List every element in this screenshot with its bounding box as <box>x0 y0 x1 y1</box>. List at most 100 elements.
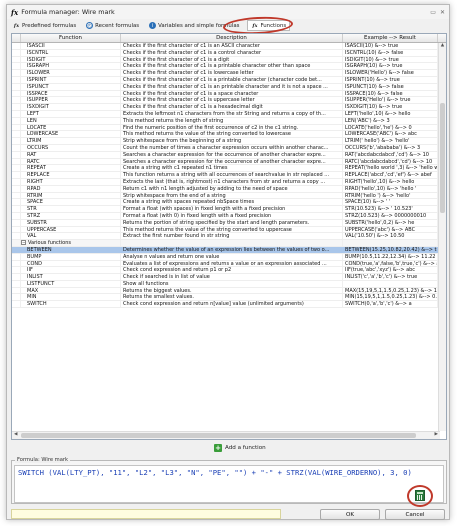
ok-button[interactable]: OK <box>320 509 380 520</box>
tab-variables[interactable]: i Variables and simple formulas <box>147 21 241 30</box>
grid-header: Function Description Example --> Result <box>12 34 446 43</box>
table-row[interactable]: LEN This method returns the length of str… <box>12 117 446 125</box>
table-row[interactable]: ISGRAPH Checks if the first character of … <box>12 63 446 71</box>
description-cell: This method returns the value of the str… <box>121 131 343 138</box>
description-cell: Checks if the first character of c1 is a… <box>121 63 343 70</box>
vertical-scrollbar[interactable]: ▲ <box>438 43 446 431</box>
cancel-button[interactable]: Cancel <box>385 509 445 520</box>
row-marker <box>12 83 21 90</box>
row-marker <box>12 226 21 233</box>
function-cell: OCCURS <box>21 144 121 151</box>
table-row[interactable]: LISTFUNCT Show all functions <box>12 280 446 288</box>
table-row[interactable]: RATC Searches a character expression for … <box>12 158 446 166</box>
table-row[interactable]: BUMP Analyse n values and return one valu… <box>12 253 446 261</box>
table-row[interactable]: MIN Returns the smallest values. MIN(15,19… <box>12 294 446 302</box>
description-cell: Check if searched is in list of value <box>121 274 343 280</box>
table-row[interactable]: MAX Returns the biggest values. MAX(15,19,… <box>12 287 446 295</box>
table-row[interactable]: STRZ Format a float (with 0) in fixed len… <box>12 212 446 220</box>
table-row[interactable]: ISXDIGIT Checks if the first character of… <box>12 104 446 111</box>
table-row[interactable]: ISCNTRL Checks if the first character of … <box>12 49 446 57</box>
table-row[interactable]: LOWERCASE This method returns the value o… <box>12 131 446 139</box>
function-cell: LOWERCASE <box>21 131 121 138</box>
row-marker <box>12 124 21 131</box>
formula-manager-window: fx Formula manager: Wire mark ▭ ✕ fx Pre… <box>6 4 450 520</box>
table-row[interactable]: OCCURS Count the number of times a charac… <box>12 144 446 152</box>
formula-editor[interactable]: SWITCH (VAL(LTY_PT), "11", "L2", "L3", "… <box>14 465 444 503</box>
scroll-left-icon[interactable]: ◀ <box>14 432 17 437</box>
tab-predefined-formulas[interactable]: fx Predefined formulas <box>11 21 78 30</box>
description-cell: Checks if the first character of c1 is a… <box>121 90 343 97</box>
fx-icon: fx <box>13 22 20 29</box>
function-cell: LOCATE <box>21 124 121 131</box>
table-row[interactable]: REPLACE This function returns a string wi… <box>12 172 446 179</box>
table-row[interactable]: REPEAT Create a string with c1 repeated n… <box>12 165 446 173</box>
table-row[interactable]: COND Evaluates a list of expressions and … <box>12 260 446 268</box>
table-row[interactable]: LOCATE Find the numeric position of the f… <box>12 124 446 132</box>
scroll-right-icon[interactable]: ▶ <box>435 432 438 437</box>
description-cell: Create a string with spaces repeated nbS… <box>121 199 343 206</box>
group-row[interactable]: − Various functions <box>12 240 446 247</box>
table-row[interactable]: LTRIM Strip whitespace from the beginning… <box>12 138 446 145</box>
table-row[interactable]: ISDIGIT Checks if the first character of … <box>12 56 446 64</box>
function-cell: LTRIM <box>21 138 121 144</box>
example-cell: MIN(15,19,5,1,1.5,0.25,1.23) &--> 0.25 <box>345 294 438 301</box>
scroll-thumb[interactable] <box>21 433 416 438</box>
calculator-button[interactable] <box>407 485 433 507</box>
table-row[interactable]: ISLOWER Checks if the first character of … <box>12 70 446 77</box>
column-header-function[interactable]: Function <box>21 34 121 42</box>
table-row[interactable]: SPACE Create a string with spaces repeate… <box>12 199 446 207</box>
close-icon[interactable]: ✕ <box>440 9 445 16</box>
row-marker <box>12 104 21 110</box>
description-cell: Checks if the first character of c1 is a… <box>121 49 343 56</box>
column-header-description[interactable]: Description <box>121 34 343 42</box>
description-cell: Strip whitespace from the end of a strin… <box>121 192 343 199</box>
function-cell: BETWEEN <box>21 246 121 253</box>
function-cell: REPLACE <box>21 172 121 178</box>
example-cell: LTRIM(' hello') &--> 'hello' <box>343 138 438 144</box>
table-row[interactable]: RTRIM Strip whitespace from the end of a … <box>12 192 446 200</box>
example-cell: LEN('ABC') &--> 3 <box>343 117 438 124</box>
table-row[interactable]: RIGHT Extracts the last (that is, rightmo… <box>12 178 446 186</box>
table-row[interactable]: STR Format a float (with spaces) in fixed… <box>12 206 446 213</box>
horizontal-scrollbar[interactable]: ◀ ▶ <box>12 431 440 439</box>
table-row[interactable]: LEFT Extracts the leftmost n1 characters … <box>12 110 446 118</box>
description-cell: Searches a character expression for the … <box>121 151 343 158</box>
table-row[interactable]: ISPRINT Checks if the first character of … <box>12 76 446 84</box>
tab-bar: fx Predefined formulas ◴ Recent formulas… <box>7 19 449 32</box>
function-cell: SWITCH <box>21 301 121 308</box>
table-row[interactable]: SWITCH Check cond expression and return n… <box>12 301 446 309</box>
function-cell: LEN <box>21 117 121 124</box>
table-row[interactable]: SUBSTR Returns the portion of string spec… <box>12 219 446 227</box>
example-cell <box>343 280 438 287</box>
add-function-button[interactable]: + Add a function <box>214 444 266 452</box>
clock-icon: ◴ <box>86 22 94 29</box>
example-cell: MAX(15,19,5,1,1.5,0.25,1.23) &--> 19 <box>345 287 438 294</box>
function-cell: BUMP <box>21 253 121 260</box>
scroll-thumb[interactable] <box>440 103 445 213</box>
table-row[interactable]: VAL Extract the first number found in str… <box>12 233 446 241</box>
table-row[interactable]: BETWEEN Determines whether the value of a… <box>12 246 446 254</box>
title-bar: fx Formula manager: Wire mark ▭ ✕ <box>7 5 449 19</box>
table-row[interactable]: RAT Searches a character expression for t… <box>12 151 446 159</box>
table-row[interactable]: ISSPACE Checks if the first character of … <box>12 90 446 98</box>
example-cell: BUMP(10.5,11.22,12.34) &--> 11.22 <box>343 253 438 260</box>
tab-functions[interactable]: fx Functions <box>247 20 291 31</box>
column-header-example[interactable]: Example --> Result <box>343 34 438 42</box>
table-row[interactable]: RPAD Return c1 with n1 length adjusted by… <box>12 185 446 193</box>
table-row[interactable]: ISASCII Checks if the first character of … <box>12 43 446 50</box>
row-marker <box>12 260 21 267</box>
table-row[interactable]: IIF Check cond expression and return p1 o… <box>12 267 446 275</box>
row-marker <box>12 151 21 158</box>
collapse-icon[interactable]: − <box>21 240 26 246</box>
function-cell: ISUPPER <box>21 97 121 104</box>
minimize-icon[interactable]: ▭ <box>430 9 436 16</box>
row-marker <box>12 165 21 172</box>
table-row[interactable]: ISUPPER Checks if the first character of … <box>12 97 446 105</box>
table-row[interactable]: ISPUNCT Checks if the first character of … <box>12 83 446 91</box>
tab-recent-formulas[interactable]: ◴ Recent formulas <box>84 21 141 30</box>
table-row[interactable]: INLIST Check if searched is in list of va… <box>12 274 446 281</box>
table-row[interactable]: UPPERCASE This method returns the value o… <box>12 226 446 234</box>
row-marker <box>12 49 21 56</box>
row-marker <box>12 294 21 301</box>
scroll-up-icon[interactable]: ▲ <box>439 43 446 50</box>
